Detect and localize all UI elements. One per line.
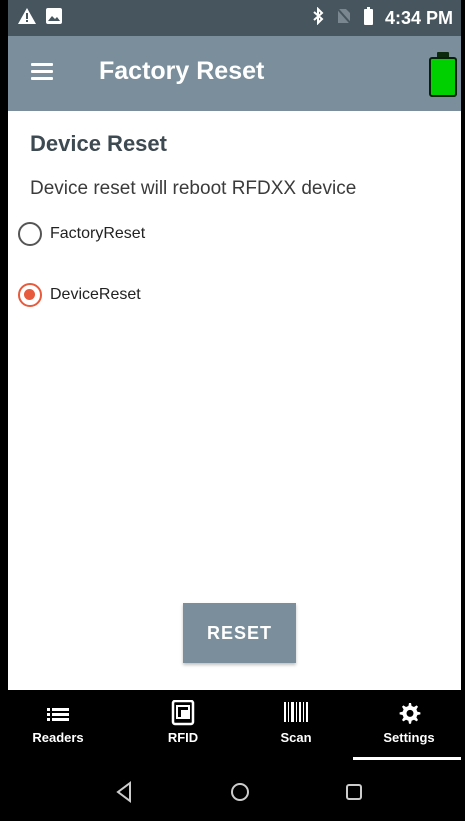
radio-factory-reset[interactable]: FactoryReset [18, 222, 145, 246]
page-title: Factory Reset [99, 57, 265, 85]
description-text: Device reset will reboot RFDXX device [30, 178, 357, 199]
radio-device-reset[interactable]: DeviceReset [18, 283, 141, 307]
warning-icon [18, 8, 36, 29]
recents-icon[interactable] [344, 781, 368, 805]
battery-small-icon [363, 7, 373, 30]
barcode-icon [246, 700, 346, 726]
reset-button[interactable]: RESET [183, 603, 296, 663]
section-title: Device Reset [30, 131, 167, 156]
nav-label: Readers [32, 730, 84, 745]
radio-button-unchecked[interactable] [18, 222, 42, 246]
nav-label: RFID [167, 730, 199, 745]
nav-item-rfid[interactable]: RFID [133, 690, 233, 763]
status-right-icons: 4:34 PM [312, 6, 453, 30]
nav-item-readers[interactable]: Readers [8, 690, 108, 763]
nav-label: Settings [383, 730, 435, 745]
no-sim-icon [335, 6, 353, 30]
nav-label: Scan [280, 730, 312, 745]
battery-icon [429, 52, 457, 97]
nav-item-scan[interactable]: Scan [246, 690, 346, 763]
back-icon[interactable] [114, 781, 138, 805]
image-icon [46, 8, 62, 29]
gear-icon [359, 700, 459, 726]
app-bar: Factory Reset [8, 36, 461, 111]
bottom-nav: Readers RFID Scan Settings [8, 690, 461, 763]
radio-button-checked[interactable] [18, 283, 42, 307]
list-icon [8, 700, 108, 726]
active-tab-indicator [353, 757, 461, 760]
nav-item-settings[interactable]: Settings [359, 690, 459, 763]
status-left-icons [18, 8, 62, 29]
bluetooth-icon [312, 6, 324, 30]
menu-icon[interactable] [31, 63, 53, 81]
system-nav-bar [8, 763, 461, 821]
status-time: 4:34 PM [384, 8, 453, 28]
home-icon[interactable] [229, 781, 253, 805]
status-bar: 4:34 PM [8, 0, 461, 36]
rfid-icon [133, 699, 233, 726]
phone-screen: 4:34 PM Factory Reset Device Reset Devic… [8, 0, 461, 821]
radio-label: DeviceReset [50, 286, 141, 303]
radio-label: FactoryReset [50, 225, 146, 242]
